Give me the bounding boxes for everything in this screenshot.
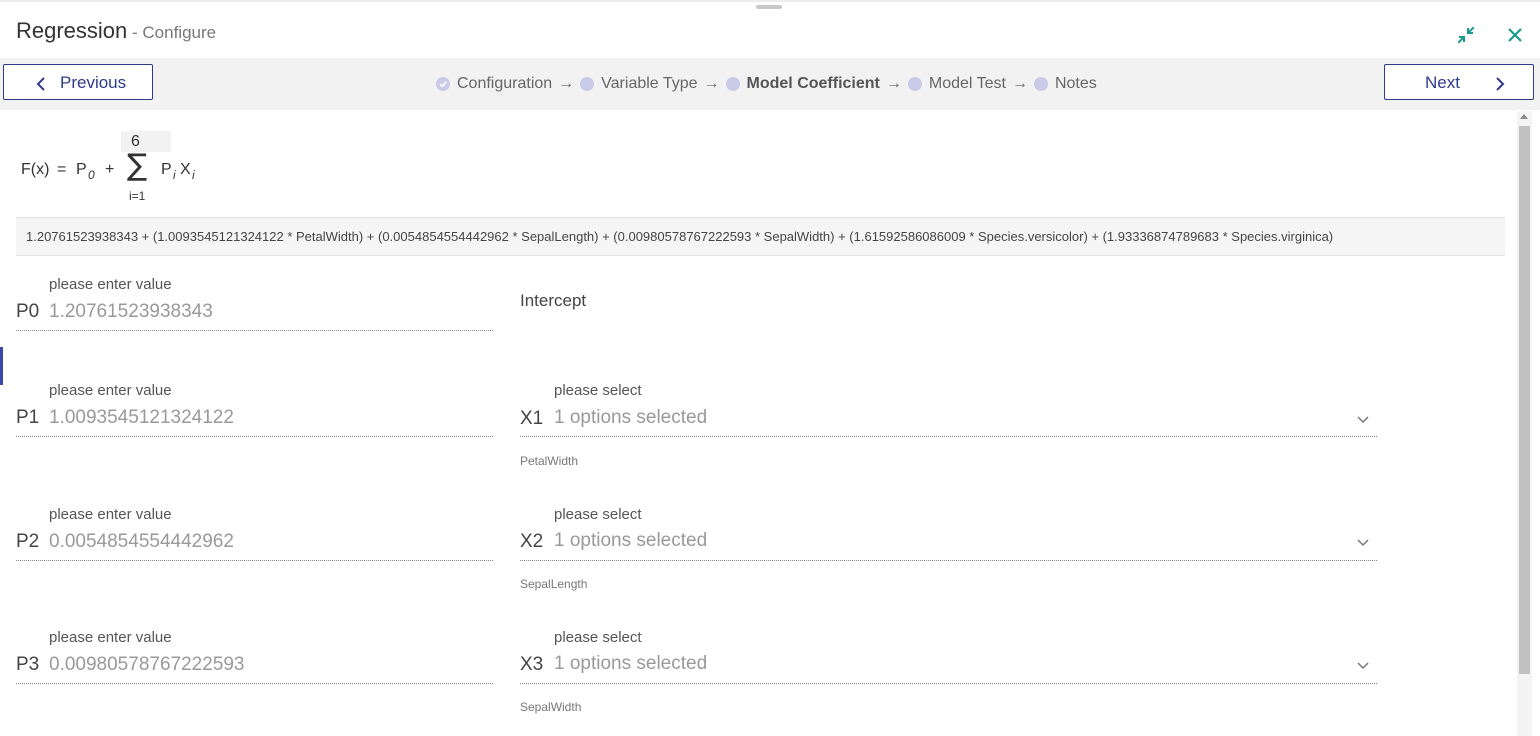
- chevron-left-icon: [36, 77, 45, 91]
- chevron-down-icon[interactable]: [1356, 538, 1370, 548]
- step-model-test[interactable]: Model Test: [907, 75, 1006, 93]
- step-label: Variable Type: [601, 75, 698, 92]
- formula-pi: P: [161, 161, 172, 178]
- left-accent-bar: [0, 347, 3, 385]
- p1-input[interactable]: 1.0093545121324122: [49, 407, 234, 429]
- formula-sigma: ∑: [127, 148, 148, 183]
- x2-select[interactable]: 1 options selected: [554, 530, 707, 552]
- scrollbar-thumb[interactable]: [1519, 126, 1530, 674]
- minimize-button[interactable]: [1455, 24, 1477, 46]
- x2-underline: [520, 560, 1377, 561]
- formula-pi-sub: i: [173, 168, 176, 182]
- step-label: Notes: [1054, 75, 1097, 92]
- p3-input[interactable]: 0.00980578767222593: [49, 654, 244, 676]
- previous-button[interactable]: Previous: [3, 64, 153, 100]
- step-arrow: →: [1011, 75, 1028, 92]
- page-title-main: Regression: [16, 18, 128, 43]
- formula-fx: F(x): [21, 161, 50, 178]
- step-configuration[interactable]: Configuration: [436, 75, 552, 93]
- x1-hint: please select: [554, 382, 642, 399]
- drag-handle[interactable]: [756, 5, 782, 9]
- p1-underline: [16, 436, 493, 437]
- x1-underline: [520, 436, 1377, 437]
- step-dot-icon: [580, 77, 595, 91]
- p3-underline: [16, 683, 493, 684]
- formula-xi-sub: i: [192, 168, 195, 182]
- intercept-label: Intercept: [520, 291, 587, 310]
- close-icon: [1508, 28, 1522, 42]
- x3-variable-label: SepalWidth: [520, 700, 582, 714]
- step-label: Configuration: [457, 75, 553, 92]
- previous-label: Previous: [60, 73, 127, 92]
- p0-hint: please enter value: [49, 276, 172, 293]
- formula-equals: =: [57, 161, 67, 178]
- step-dot-icon: [907, 77, 922, 91]
- check-circle-icon: [436, 77, 450, 91]
- next-label: Next: [1425, 73, 1460, 92]
- x2-prefix: X2: [520, 531, 544, 552]
- p0-underline: [16, 330, 493, 331]
- p0-prefix: P0: [16, 301, 40, 322]
- formula-p: P: [76, 161, 87, 178]
- x2-variable-label: SepalLength: [520, 577, 588, 591]
- chevron-down-icon[interactable]: [1356, 661, 1370, 671]
- x2-hint: please select: [554, 506, 642, 523]
- p2-hint: please enter value: [49, 506, 172, 523]
- formula-p-sub: 0: [88, 168, 95, 182]
- page-subtitle: - Configure: [127, 23, 217, 42]
- step-dot-icon: [725, 77, 740, 91]
- step-label: Model Test: [928, 75, 1006, 92]
- wizard-nav-bar: Previous Configuration → Variable Type →…: [0, 58, 1540, 110]
- step-variable-type[interactable]: Variable Type: [580, 75, 698, 93]
- formula-plus: +: [105, 161, 115, 178]
- collapse-arrows-icon: [1457, 26, 1475, 44]
- x3-select[interactable]: 1 options selected: [554, 653, 707, 675]
- close-button[interactable]: [1505, 24, 1527, 46]
- x1-variable-label: PetalWidth: [520, 454, 579, 468]
- p3-prefix: P3: [16, 654, 40, 675]
- regression-equation: 1.20761523938343 + (1.0093545121324122 *…: [16, 217, 1505, 256]
- formula-lower: i=1: [129, 189, 146, 203]
- top-border: [0, 0, 1540, 2]
- page-title: Regression - Configure: [16, 18, 216, 44]
- regression-formula: F(x) = P 0 + 6 ∑ i=1 P i X i: [21, 126, 221, 210]
- step-notes[interactable]: Notes: [1033, 75, 1097, 93]
- step-arrow: →: [558, 75, 575, 92]
- wizard-steps: Configuration → Variable Type → Model Co…: [436, 75, 1097, 93]
- x3-underline: [520, 683, 1377, 684]
- p2-input[interactable]: 0.0054854554442962: [49, 531, 234, 553]
- p1-hint: please enter value: [49, 382, 172, 399]
- x1-select[interactable]: 1 options selected: [554, 407, 707, 429]
- scroll-up-arrow-icon[interactable]: [1520, 114, 1528, 119]
- next-button[interactable]: Next: [1384, 64, 1534, 100]
- chevron-down-icon[interactable]: [1356, 415, 1370, 425]
- step-model-coefficient[interactable]: Model Coefficient: [725, 75, 880, 93]
- step-label: Model Coefficient: [746, 75, 880, 92]
- chevron-right-icon: [1496, 77, 1505, 91]
- p0-input[interactable]: 1.20761523938343: [49, 301, 213, 323]
- p2-prefix: P2: [16, 531, 40, 552]
- step-dot-icon: [1033, 77, 1048, 91]
- p1-prefix: P1: [16, 407, 40, 428]
- formula-xi: X: [180, 161, 191, 178]
- p3-hint: please enter value: [49, 629, 172, 646]
- x3-hint: please select: [554, 629, 642, 646]
- step-arrow: →: [885, 75, 902, 92]
- x1-prefix: X1: [520, 408, 544, 429]
- p2-underline: [16, 560, 493, 561]
- x3-prefix: X3: [520, 654, 544, 675]
- step-arrow: →: [703, 75, 720, 92]
